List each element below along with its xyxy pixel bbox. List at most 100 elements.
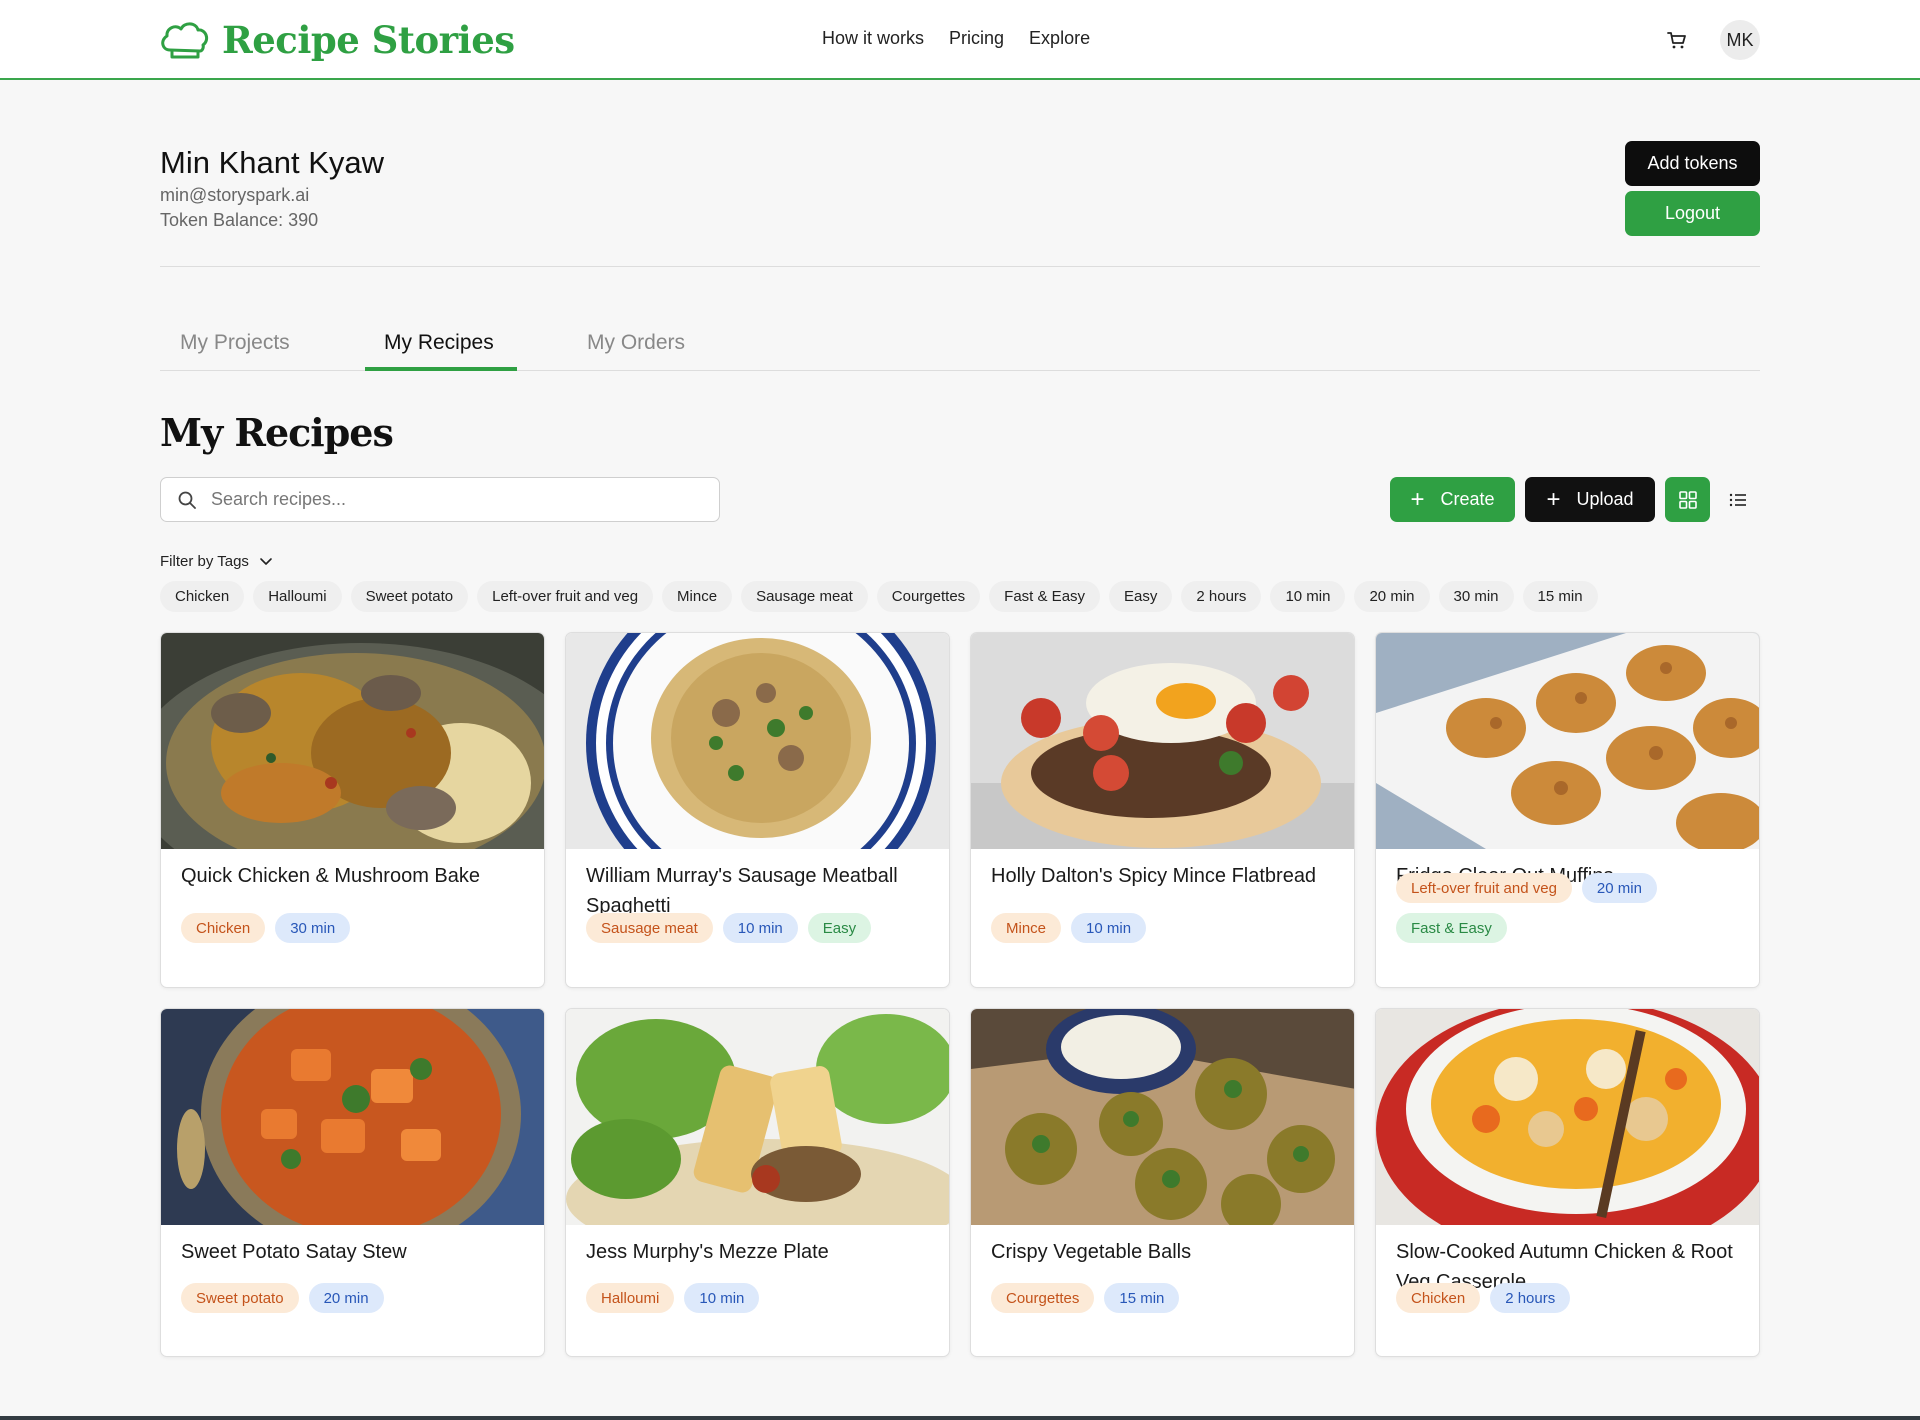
recipe-image <box>1376 1009 1759 1225</box>
upload-button[interactable]: + Upload <box>1525 477 1655 522</box>
create-button[interactable]: + Create <box>1390 477 1515 522</box>
tag-chip: Fast & Easy <box>1396 913 1507 943</box>
grid-view-icon <box>1678 490 1697 509</box>
recipe-card[interactable]: Holly Dalton's Spicy Mince Flatbread Min… <box>970 632 1355 988</box>
tag-chip: Sausage meat <box>586 913 713 943</box>
token-balance: Token Balance: 390 <box>160 210 319 230</box>
grid-view-button[interactable] <box>1665 477 1710 522</box>
recipe-title: Crispy Vegetable Balls <box>991 1241 1192 1263</box>
tag-chip: 10 min <box>684 1283 760 1313</box>
recipe-image <box>566 1009 949 1225</box>
tag-chip: Sweet potato <box>181 1283 299 1313</box>
recipe-title: William Murray's Sausage Meatball Spaghe… <box>586 865 898 917</box>
nav-pricing[interactable]: Pricing <box>949 28 1004 49</box>
recipe-card[interactable]: Fridge Clear Out Muffins Left-over fruit… <box>1375 632 1760 988</box>
main-nav: How it works Pricing Explore <box>822 28 1090 49</box>
filter-chip[interactable]: Halloumi <box>253 581 342 612</box>
filter-chip[interactable]: 10 min <box>1270 581 1346 612</box>
profile-email: min@storyspark.ai <box>160 185 310 205</box>
tag-chip: 20 min <box>308 1283 384 1313</box>
recipe-card[interactable]: Sweet Potato Satay Stew Sweet potato 20 … <box>160 1008 545 1357</box>
tag-chip: 20 min <box>1581 873 1657 903</box>
profile-tabs: My Projects My Recipes My Orders <box>160 325 1760 371</box>
chevron-down-icon <box>260 557 272 565</box>
filter-chip[interactable]: Fast & Easy <box>989 581 1101 612</box>
recipe-image <box>971 633 1354 849</box>
page-title: My Recipes <box>160 410 394 455</box>
filter-chip[interactable]: 20 min <box>1354 581 1430 612</box>
nav-explore[interactable]: Explore <box>1029 28 1090 49</box>
recipe-tags: Halloumi 10 min <box>586 1283 936 1313</box>
recipe-tags: Sausage meat 10 min Easy <box>586 913 936 943</box>
avatar[interactable]: MK <box>1720 20 1760 60</box>
recipe-tags: Courgettes 15 min <box>991 1283 1341 1313</box>
recipe-title: Jess Murphy's Mezze Plate <box>586 1241 829 1263</box>
app-name: Recipe Stories <box>222 18 515 62</box>
filter-chip[interactable]: Sausage meat <box>741 581 868 612</box>
list-view-icon <box>1729 493 1746 506</box>
tag-chip: Chicken <box>1396 1283 1481 1313</box>
chef-hat-icon <box>161 22 209 59</box>
filter-chip[interactable]: 30 min <box>1438 581 1514 612</box>
list-view-button[interactable] <box>1715 477 1760 522</box>
tag-chip: Easy <box>807 913 872 943</box>
search-icon <box>178 491 196 509</box>
recipe-title: Holly Dalton's Spicy Mince Flatbread <box>991 865 1317 887</box>
recipe-image <box>161 633 544 849</box>
tab-my-orders[interactable]: My Orders <box>587 331 685 355</box>
recipe-tags: Sweet potato 20 min <box>181 1283 531 1313</box>
filter-chip[interactable]: 2 hours <box>1181 581 1262 612</box>
tag-chip: 2 hours <box>1490 1283 1571 1313</box>
create-label: Create <box>1440 489 1495 509</box>
tag-chip: Chicken <box>181 913 266 943</box>
recipe-image <box>161 1009 544 1225</box>
top-bar: Recipe Stories How it works Pricing Expl… <box>0 0 1920 80</box>
recipe-card[interactable]: Jess Murphy's Mezze Plate Halloumi 10 mi… <box>565 1008 950 1357</box>
filter-chip[interactable]: Sweet potato <box>350 581 469 612</box>
search-input[interactable] <box>211 489 691 510</box>
add-tokens-button[interactable]: Add tokens <box>1625 141 1760 186</box>
filter-chip[interactable]: Chicken <box>160 581 245 612</box>
search-box <box>160 477 720 522</box>
cart-icon[interactable] <box>1665 28 1689 52</box>
filter-label: Filter by Tags <box>160 553 249 570</box>
logo[interactable]: Recipe Stories <box>160 18 515 62</box>
footer-edge <box>0 1416 1920 1420</box>
tag-chip: Courgettes <box>991 1283 1095 1313</box>
tag-chip: 30 min <box>275 913 351 943</box>
tag-chip: Mince <box>991 913 1062 943</box>
tag-chip: 10 min <box>1071 913 1147 943</box>
recipe-image <box>971 1009 1354 1225</box>
tab-my-projects[interactable]: My Projects <box>180 331 290 355</box>
recipe-card[interactable]: Slow-Cooked Autumn Chicken & Root Veg Ca… <box>1375 1008 1760 1357</box>
upload-label: Upload <box>1576 489 1634 509</box>
tag-chip: Halloumi <box>586 1283 675 1313</box>
recipe-card[interactable]: Quick Chicken & Mushroom Bake Chicken 30… <box>160 632 545 988</box>
recipe-tags: Chicken 2 hours <box>1396 1283 1746 1313</box>
filter-chip[interactable]: Easy <box>1109 581 1173 612</box>
recipe-card[interactable]: William Murray's Sausage Meatball Spaghe… <box>565 632 950 988</box>
plus-icon: + <box>1410 485 1425 513</box>
recipe-tags: Chicken 30 min <box>181 913 531 943</box>
recipe-title: Quick Chicken & Mushroom Bake <box>181 865 481 887</box>
logout-button[interactable]: Logout <box>1625 191 1760 236</box>
filter-chip[interactable]: Courgettes <box>876 581 981 612</box>
tag-filter-list: Chicken Halloumi Sweet potato Left-over … <box>160 581 1598 612</box>
divider <box>160 266 1760 267</box>
recipe-image <box>1376 633 1759 849</box>
tab-my-recipes[interactable]: My Recipes <box>384 331 494 355</box>
plus-icon: + <box>1546 485 1561 513</box>
profile-name: Min Khant Kyaw <box>160 145 384 180</box>
filter-chip[interactable]: 15 min <box>1522 581 1598 612</box>
nav-how-it-works[interactable]: How it works <box>822 28 924 49</box>
filter-by-tags-toggle[interactable]: Filter by Tags <box>160 553 273 570</box>
recipe-tags: Mince 10 min <box>991 913 1341 943</box>
recipe-title: Sweet Potato Satay Stew <box>181 1241 407 1263</box>
filter-chip[interactable]: Mince <box>662 581 733 612</box>
tag-chip: 10 min <box>722 913 798 943</box>
recipe-card[interactable]: Crispy Vegetable Balls Courgettes 15 min <box>970 1008 1355 1357</box>
filter-chip[interactable]: Left-over fruit and veg <box>477 581 654 612</box>
recipe-tags: Left-over fruit and veg 20 min Fast & Ea… <box>1396 873 1746 943</box>
tag-chip: Left-over fruit and veg <box>1396 873 1572 903</box>
active-tab-indicator <box>365 367 517 371</box>
